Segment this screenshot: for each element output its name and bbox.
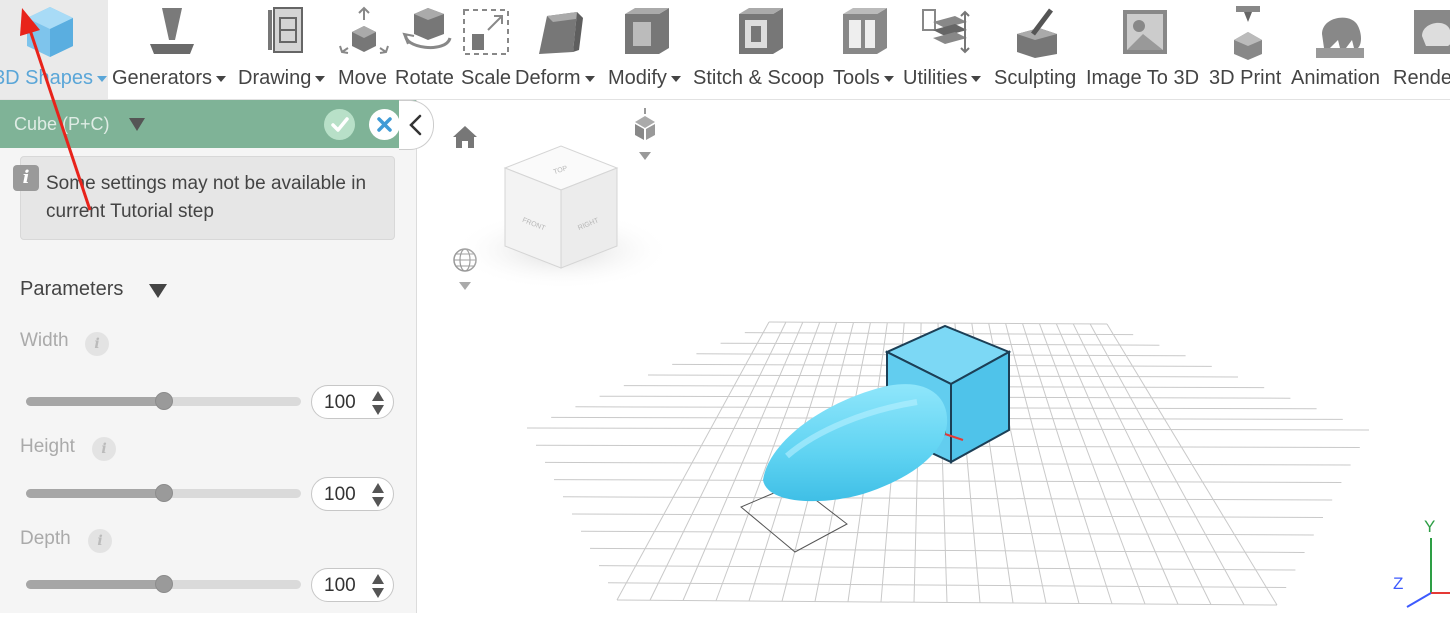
tool-tools-label: Tools bbox=[833, 67, 880, 89]
sculpting-icon bbox=[1017, 8, 1057, 58]
slider-handle[interactable] bbox=[154, 575, 173, 593]
tool-drawing[interactable]: Drawing bbox=[236, 0, 332, 99]
tool-move[interactable]: Move bbox=[336, 0, 392, 99]
3d-viewport[interactable]: TOP FRONT RIGHT Y Z bbox=[417, 100, 1450, 613]
tool-render[interactable]: Render bbox=[1392, 0, 1450, 99]
tool-tools[interactable]: Tools bbox=[833, 0, 899, 99]
tool-scale-label: Scale bbox=[461, 67, 512, 89]
tool-sculpting[interactable]: Sculpting bbox=[993, 0, 1081, 99]
height-number-input[interactable]: 100 bbox=[311, 477, 394, 511]
tool-render-label: Render bbox=[1393, 67, 1450, 89]
chevron-left-icon bbox=[409, 114, 422, 136]
viewport-canvas: TOP FRONT RIGHT Y Z bbox=[452, 108, 1450, 608]
width-number-input[interactable]: 100 bbox=[311, 385, 394, 419]
collapse-panel-button[interactable] bbox=[399, 100, 434, 150]
width-value[interactable]: 100 bbox=[324, 392, 356, 414]
chevron-down-icon[interactable] bbox=[129, 118, 145, 131]
tool-utilities-label: Utilities bbox=[903, 67, 968, 89]
slider-fill bbox=[26, 397, 164, 406]
tool-image-to-3d[interactable]: Image To 3D bbox=[1085, 0, 1205, 99]
scale-icon bbox=[463, 9, 509, 55]
width-label: Width bbox=[20, 330, 69, 351]
info-icon[interactable]: i bbox=[92, 437, 116, 461]
decrement-arrow-icon[interactable] bbox=[372, 405, 384, 415]
slider-fill bbox=[26, 580, 164, 589]
tool-image-to-3d-label: Image To 3D bbox=[1086, 67, 1200, 89]
chevron-down-icon bbox=[883, 75, 894, 82]
tool-stitch-scoop-label: Stitch & Scoop bbox=[693, 67, 825, 89]
render-icon bbox=[1414, 10, 1450, 54]
width-slider[interactable] bbox=[26, 392, 301, 410]
increment-arrow-icon[interactable] bbox=[372, 483, 384, 493]
tool-3d-print[interactable]: 3D Print bbox=[1208, 0, 1288, 99]
increment-arrow-icon[interactable] bbox=[372, 391, 384, 401]
generators-icon bbox=[150, 8, 194, 54]
height-label: Height bbox=[20, 436, 75, 457]
y-axis-label: Y bbox=[1424, 517, 1435, 536]
tool-sculpting-label: Sculpting bbox=[994, 67, 1077, 89]
axis-indicator: Y Z bbox=[1393, 517, 1450, 608]
tool-generators[interactable]: Generators bbox=[110, 0, 232, 99]
confirm-button[interactable] bbox=[324, 109, 355, 140]
depth-number-input[interactable]: 100 bbox=[311, 568, 394, 602]
main-toolbar: 3D Shapes Generators Drawing Move bbox=[0, 0, 1450, 100]
parameters-heading[interactable]: Parameters bbox=[20, 278, 123, 301]
view-cube[interactable]: TOP FRONT RIGHT bbox=[452, 145, 672, 290]
depth-label: Depth bbox=[20, 528, 71, 549]
tool-rotate[interactable]: Rotate bbox=[395, 0, 456, 99]
height-slider[interactable] bbox=[26, 484, 301, 502]
home-icon[interactable] bbox=[453, 126, 477, 148]
slider-handle[interactable] bbox=[154, 484, 173, 502]
stitch-scoop-icon bbox=[739, 8, 783, 54]
tool-animation-label: Animation bbox=[1291, 67, 1380, 89]
tools-icon bbox=[843, 8, 887, 54]
rotate-icon bbox=[402, 8, 452, 50]
chevron-down-icon bbox=[971, 75, 982, 82]
increment-arrow-icon[interactable] bbox=[372, 574, 384, 584]
tool-deform-label: Deform bbox=[515, 67, 581, 89]
cancel-button[interactable] bbox=[369, 109, 400, 140]
checkmark-icon bbox=[331, 117, 349, 132]
slider-fill bbox=[26, 489, 164, 498]
z-axis-label: Z bbox=[1393, 574, 1403, 593]
depth-slider[interactable] bbox=[26, 575, 301, 593]
tool-generators-label: Generators bbox=[112, 67, 213, 89]
tool-3d-print-label: 3D Print bbox=[1209, 67, 1282, 89]
tool-utilities[interactable]: Utilities bbox=[903, 0, 989, 99]
printer-icon bbox=[1234, 6, 1262, 60]
chevron-down-icon bbox=[315, 75, 326, 82]
view-options-icon[interactable] bbox=[635, 108, 655, 160]
height-value[interactable]: 100 bbox=[324, 484, 356, 506]
animation-icon bbox=[1316, 17, 1364, 58]
tool-move-label: Move bbox=[338, 67, 387, 89]
depth-value[interactable]: 100 bbox=[324, 575, 356, 597]
move-icon bbox=[339, 6, 389, 54]
tool-animation[interactable]: Animation bbox=[1290, 0, 1390, 99]
tool-modify-label: Modify bbox=[608, 67, 667, 89]
deform-icon bbox=[539, 12, 583, 54]
utilities-icon bbox=[922, 9, 970, 54]
tool-scale[interactable]: Scale bbox=[460, 0, 512, 99]
tool-modify[interactable]: Modify bbox=[607, 0, 689, 99]
close-icon bbox=[377, 117, 392, 132]
info-icon[interactable]: i bbox=[85, 332, 109, 356]
tool-deform[interactable]: Deform bbox=[515, 0, 603, 99]
modify-icon bbox=[625, 8, 669, 54]
image-to-3d-icon bbox=[1123, 10, 1167, 54]
info-icon[interactable]: i bbox=[88, 529, 112, 553]
tool-stitch-scoop[interactable]: Stitch & Scoop bbox=[693, 0, 829, 99]
chevron-down-icon[interactable] bbox=[149, 284, 167, 298]
slider-handle[interactable] bbox=[154, 392, 173, 410]
decrement-arrow-icon[interactable] bbox=[372, 588, 384, 598]
chevron-down-icon bbox=[670, 75, 681, 82]
chevron-down-icon bbox=[216, 75, 227, 82]
chevron-down-icon bbox=[584, 75, 595, 82]
decrement-arrow-icon[interactable] bbox=[372, 497, 384, 507]
tool-rotate-label: Rotate bbox=[395, 67, 454, 89]
tool-drawing-label: Drawing bbox=[238, 67, 312, 89]
drawing-icon bbox=[268, 7, 303, 53]
annotation-arrow bbox=[20, 8, 92, 211]
